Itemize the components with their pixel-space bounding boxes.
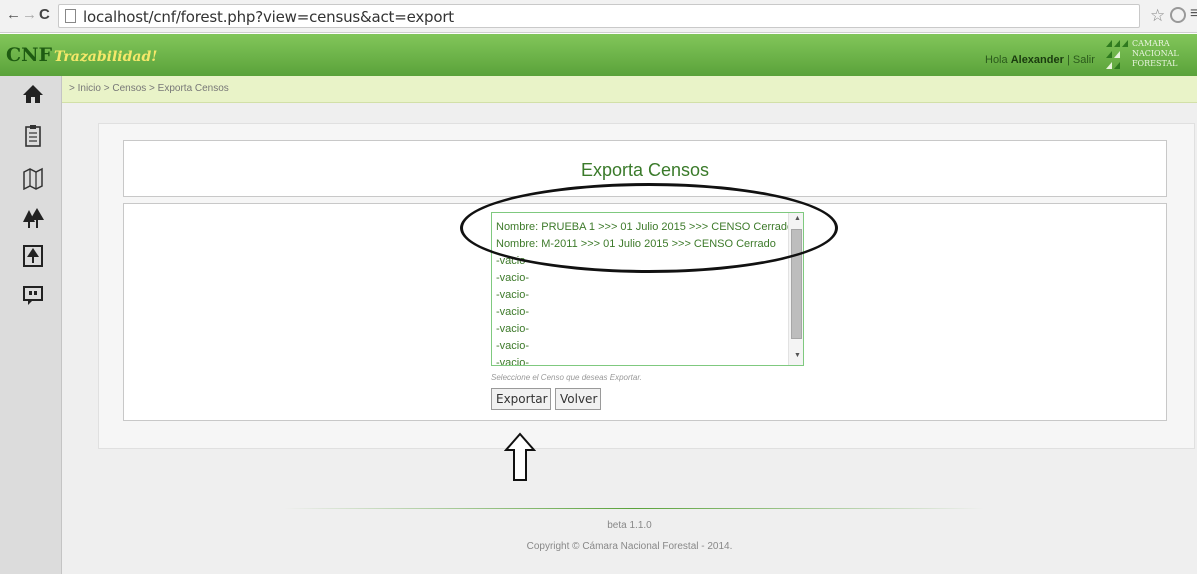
user-name: Alexander	[1010, 54, 1064, 66]
up-arrow-icon	[504, 432, 536, 481]
reload-icon[interactable]: C	[39, 6, 50, 23]
brand-logo[interactable]: CNF Trazabilidad!	[6, 44, 157, 66]
export-panel: Exporta Censos Nombre: PRUEBA 1 >>> 01 J…	[98, 123, 1195, 449]
star-icon[interactable]: ☆	[1150, 6, 1165, 26]
url-text[interactable]: localhost/cnf/forest.php?view=census&act…	[83, 8, 454, 26]
footer-divider	[284, 508, 984, 509]
page-icon	[65, 9, 76, 23]
main-content: Exporta Censos Nombre: PRUEBA 1 >>> 01 J…	[62, 103, 1197, 574]
logo-mark-icon	[1106, 40, 1128, 69]
brand-name: CNF	[6, 44, 52, 66]
home-icon[interactable]	[22, 82, 44, 106]
tree-export-icon[interactable]	[22, 244, 44, 268]
select-hint: Seleccione el Censo que deseas Exportar.	[491, 373, 642, 382]
copyright-text: Copyright © Cámara Nacional Forestal - 2…	[526, 541, 733, 552]
scroll-down-icon[interactable]: ▼	[794, 352, 801, 359]
comment-icon[interactable]	[22, 284, 44, 308]
forward-arrow-icon[interactable]: →	[22, 6, 37, 23]
back-arrow-icon[interactable]: ←	[6, 6, 21, 23]
logo-line: CAMARA	[1132, 39, 1170, 48]
breadcrumb[interactable]: > Inicio > Censos > Exporta Censos	[69, 83, 229, 94]
camara-logo: CAMARA NACIONAL FORESTAL	[1106, 38, 1194, 72]
greeting-separator: |	[1063, 54, 1073, 66]
user-greeting: Hola Alexander | Salir	[985, 54, 1095, 66]
sidebar	[0, 76, 62, 574]
logout-link[interactable]: Salir	[1073, 54, 1095, 66]
app-header: CNF Trazabilidad! Hola Alexander | Salir …	[0, 34, 1197, 76]
census-option[interactable]: -vacio-	[496, 272, 529, 284]
menu-icon[interactable]: ≡	[1190, 5, 1197, 23]
export-button[interactable]: Exportar	[491, 388, 551, 410]
map-icon[interactable]	[22, 166, 44, 190]
logo-line: NACIONAL	[1132, 49, 1179, 58]
breadcrumb-bar: > Inicio > Censos > Exporta Censos	[62, 76, 1197, 103]
address-bar[interactable]: localhost/cnf/forest.php?view=census&act…	[58, 4, 1140, 28]
brand-subtitle: Trazabilidad!	[53, 49, 158, 65]
census-option[interactable]: -vacio-	[496, 357, 529, 365]
census-option[interactable]: -vacio-	[496, 306, 529, 318]
extension-icon[interactable]	[1170, 7, 1186, 23]
browser-toolbar: ← → C localhost/cnf/forest.php?view=cens…	[0, 0, 1197, 33]
greeting-prefix: Hola	[985, 54, 1011, 66]
census-option[interactable]: -vacio-	[496, 340, 529, 352]
back-button[interactable]: Volver	[555, 388, 601, 410]
trees-icon[interactable]	[22, 206, 44, 230]
census-option[interactable]: -vacio-	[496, 289, 529, 301]
version-text: beta 1.1.0	[607, 520, 652, 531]
census-option[interactable]: -vacio-	[496, 323, 529, 335]
highlight-ellipse	[460, 183, 838, 273]
clipboard-icon[interactable]	[22, 124, 44, 148]
page-title: Exporta Censos	[580, 160, 710, 180]
logo-line: FORESTAL	[1132, 59, 1178, 68]
